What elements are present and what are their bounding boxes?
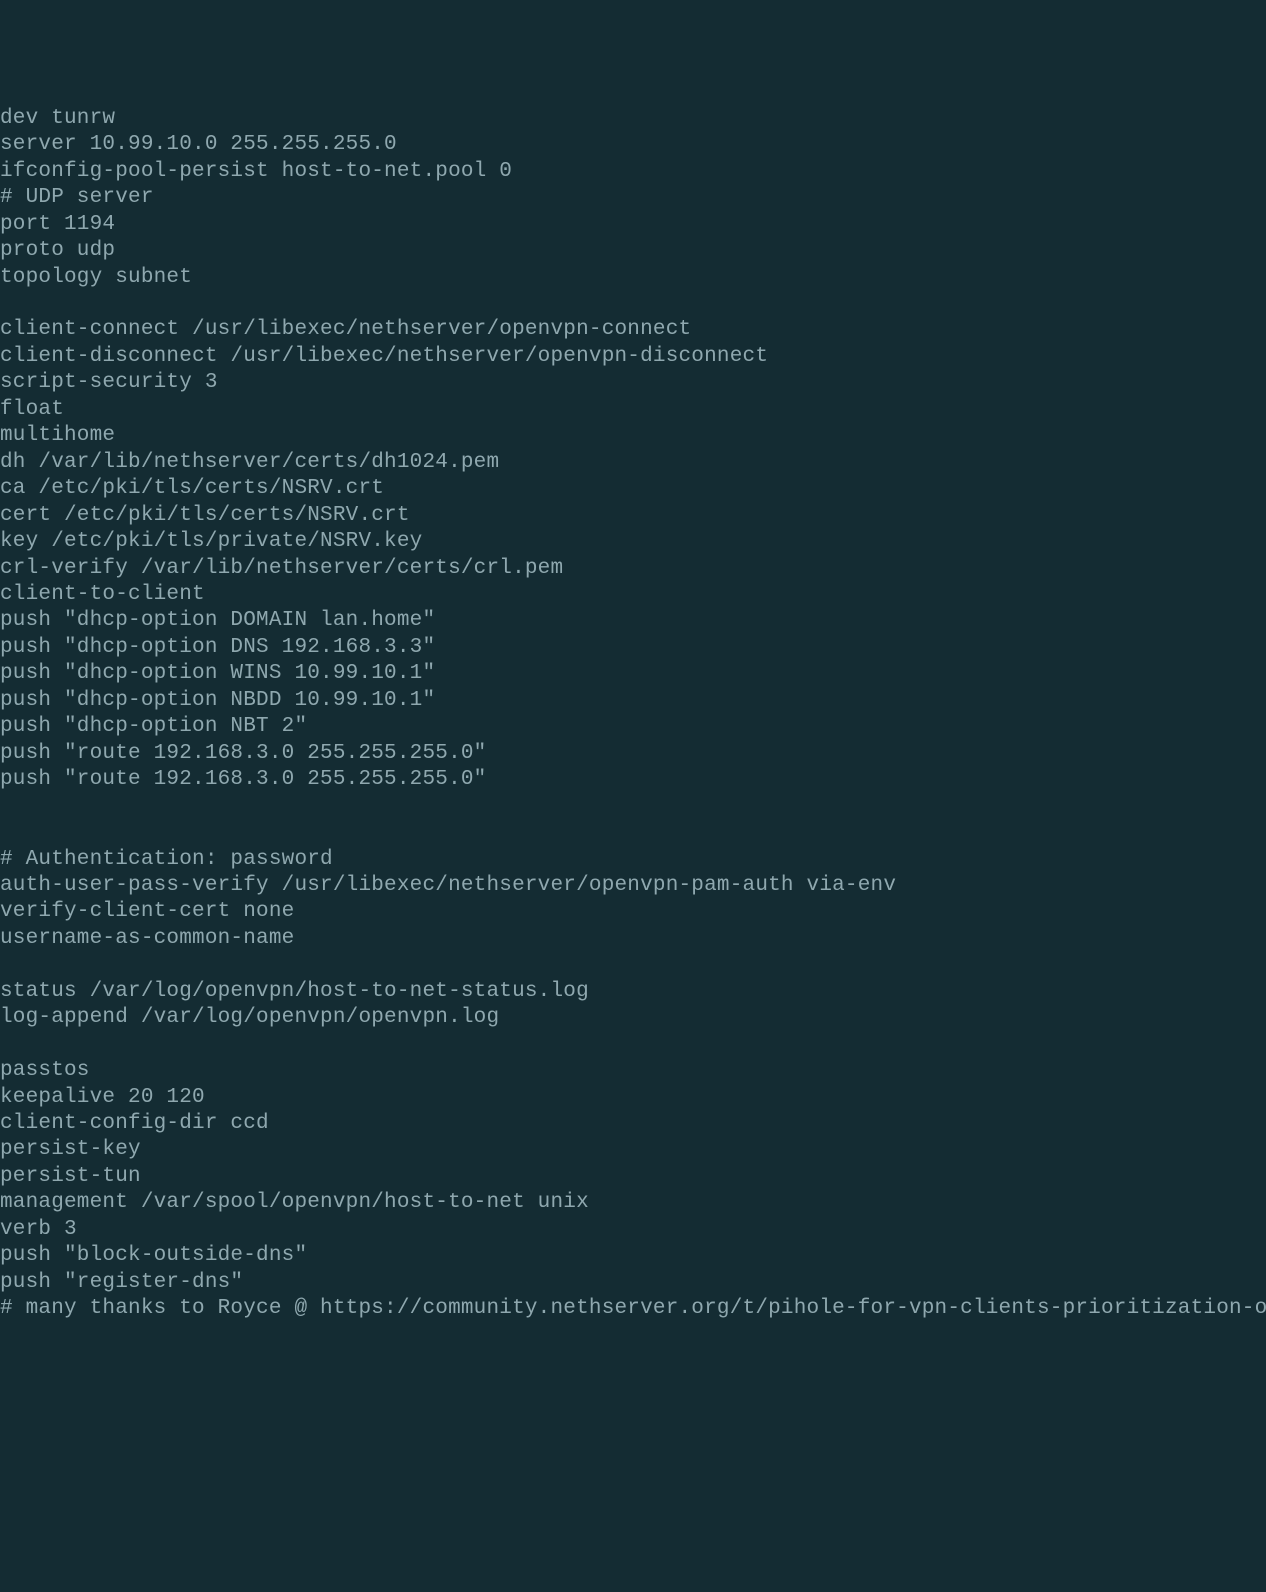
config-file-content: dev tunrw server 10.99.10.0 255.255.255.… — [0, 106, 1266, 1323]
